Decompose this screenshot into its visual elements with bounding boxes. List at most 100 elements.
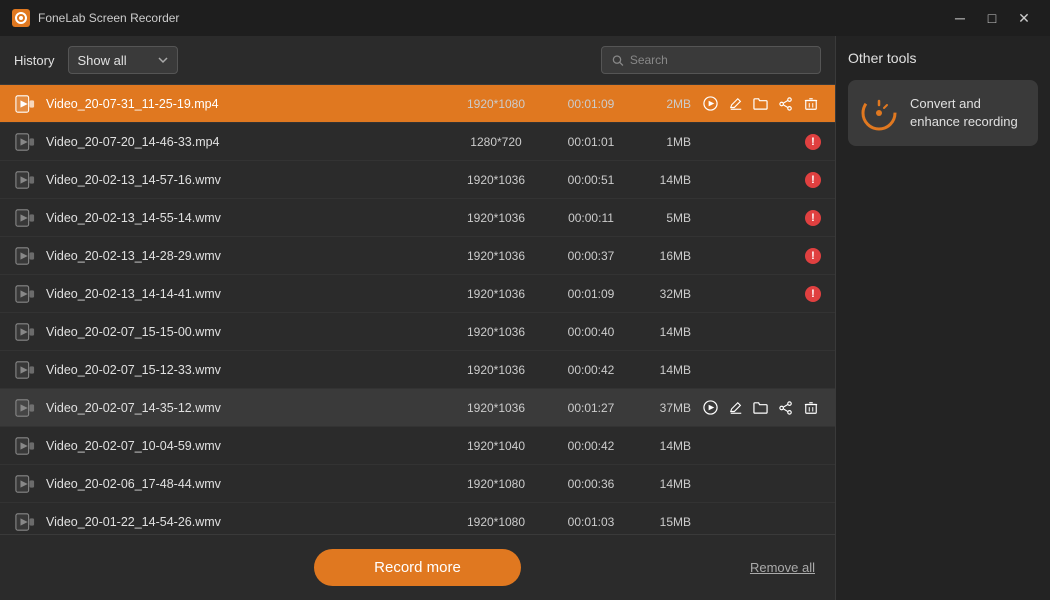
recording-name: Video_20-02-13_14-14-41.wmv	[46, 287, 441, 301]
toolbar: History Show all	[0, 36, 835, 85]
table-row[interactable]: Video_20-02-13_14-14-41.wmv 1920*1036 00:0…	[0, 275, 835, 313]
folder-button[interactable]	[751, 397, 770, 419]
recording-resolution: 1920*1036	[451, 173, 541, 187]
recording-resolution: 1280*720	[451, 135, 541, 149]
recording-actions: !	[701, 134, 821, 150]
recording-name: Video_20-02-07_14-35-12.wmv	[46, 401, 441, 415]
table-row[interactable]: Video_20-02-07_10-04-59.wmv 1920*1040 00:0…	[0, 427, 835, 465]
delete-button[interactable]	[802, 397, 821, 419]
edit-button[interactable]	[726, 397, 745, 419]
chevron-down-icon	[157, 54, 169, 66]
recording-actions	[701, 397, 821, 419]
recording-resolution: 1920*1036	[451, 211, 541, 225]
recording-resolution: 1920*1080	[451, 477, 541, 491]
recording-actions: !	[701, 210, 821, 226]
recording-resolution: 1920*1080	[451, 97, 541, 111]
recording-resolution: 1920*1036	[451, 363, 541, 377]
folder-button[interactable]	[751, 93, 770, 115]
convert-enhance-tool[interactable]: Convert and enhance recording	[848, 80, 1038, 146]
recording-actions: !	[701, 248, 821, 264]
table-row[interactable]: Video_20-07-20_14-46-33.mp4 1280*720 00:01…	[0, 123, 835, 161]
right-panel: Other tools Convert and enhance recordin…	[835, 36, 1050, 600]
recordings-list: Video_20-07-31_11-25-19.mp4 1920*1080 00:0…	[0, 85, 835, 534]
left-panel: History Show all Video_20-07-31_11-25-19…	[0, 36, 835, 600]
recording-size: 37MB	[641, 401, 691, 415]
recording-name: Video_20-02-13_14-55-14.wmv	[46, 211, 441, 225]
recording-actions: !	[701, 286, 821, 302]
recording-duration: 00:00:36	[551, 477, 631, 491]
minimize-button[interactable]: ─	[946, 7, 974, 29]
recording-size: 14MB	[641, 363, 691, 377]
titlebar: FoneLab Screen Recorder ─ □ ✕	[0, 0, 1050, 36]
error-indicator: !	[805, 172, 821, 188]
table-row[interactable]: Video_20-01-22_14-54-26.wmv1920*108000:0…	[0, 503, 835, 534]
filter-value: Show all	[77, 53, 151, 68]
video-file-icon	[14, 397, 36, 419]
table-row[interactable]: Video_20-02-07_15-15-00.wmv1920*103600:0…	[0, 313, 835, 351]
recording-duration: 00:01:27	[551, 401, 631, 415]
table-row[interactable]: Video_20-02-06_17-48-44.wmv 1920*1080 00:0…	[0, 465, 835, 503]
recording-duration: 00:00:42	[551, 439, 631, 453]
recording-size: 16MB	[641, 249, 691, 263]
recording-name: Video_20-02-07_10-04-59.wmv	[46, 439, 441, 453]
table-row[interactable]: Video_20-02-13_14-57-16.wmv 1920*1036 00:0…	[0, 161, 835, 199]
delete-button[interactable]	[802, 93, 821, 115]
recording-duration: 00:01:09	[551, 97, 631, 111]
history-label: History	[14, 53, 54, 68]
video-file-icon	[14, 473, 36, 495]
recording-name: Video_20-02-13_14-57-16.wmv	[46, 173, 441, 187]
error-indicator: !	[805, 134, 821, 150]
table-row[interactable]: Video_20-02-07_14-35-12.wmv1920*103600:0…	[0, 389, 835, 427]
play-button[interactable]	[701, 93, 720, 115]
recording-duration: 00:01:09	[551, 287, 631, 301]
video-file-icon	[14, 359, 36, 381]
recording-duration: 00:00:51	[551, 173, 631, 187]
record-more-button[interactable]: Record more	[314, 549, 521, 586]
titlebar-controls: ─ □ ✕	[946, 7, 1038, 29]
recording-actions: !	[701, 172, 821, 188]
recording-size: 5MB	[641, 211, 691, 225]
recording-name: Video_20-07-31_11-25-19.mp4	[46, 97, 441, 111]
titlebar-left: FoneLab Screen Recorder	[12, 9, 179, 27]
search-box[interactable]	[601, 46, 821, 74]
app-title: FoneLab Screen Recorder	[38, 11, 179, 25]
recording-resolution: 1920*1036	[451, 287, 541, 301]
maximize-button[interactable]: □	[978, 7, 1006, 29]
video-file-icon	[14, 321, 36, 343]
recording-size: 14MB	[641, 173, 691, 187]
recording-size: 14MB	[641, 439, 691, 453]
share-button[interactable]	[777, 93, 796, 115]
filter-dropdown[interactable]: Show all	[68, 46, 178, 74]
recording-size: 14MB	[641, 325, 691, 339]
video-file-icon	[14, 245, 36, 267]
recording-resolution: 1920*1036	[451, 249, 541, 263]
video-file-icon	[14, 435, 36, 457]
recording-name: Video_20-02-06_17-48-44.wmv	[46, 477, 441, 491]
convert-enhance-label: Convert and enhance recording	[910, 95, 1026, 131]
search-input[interactable]	[630, 53, 810, 67]
table-row[interactable]: Video_20-02-13_14-28-29.wmv1920*103600:0…	[0, 237, 835, 275]
video-file-icon	[14, 131, 36, 153]
table-row[interactable]: Video_20-02-07_15-12-33.wmv1920*103600:0…	[0, 351, 835, 389]
recording-size: 14MB	[641, 477, 691, 491]
table-row[interactable]: Video_20-02-13_14-55-14.wmv1920*103600:0…	[0, 199, 835, 237]
edit-button[interactable]	[726, 93, 745, 115]
video-file-icon	[14, 169, 36, 191]
remove-all-button[interactable]: Remove all	[750, 560, 815, 575]
recording-actions	[701, 93, 821, 115]
error-indicator: !	[805, 248, 821, 264]
recording-duration: 00:00:40	[551, 325, 631, 339]
play-button[interactable]	[701, 397, 720, 419]
video-file-icon	[14, 283, 36, 305]
share-button[interactable]	[777, 397, 796, 419]
recording-name: Video_20-07-20_14-46-33.mp4	[46, 135, 441, 149]
close-button[interactable]: ✕	[1010, 7, 1038, 29]
recording-duration: 00:01:01	[551, 135, 631, 149]
recording-duration: 00:00:37	[551, 249, 631, 263]
error-indicator: !	[805, 210, 821, 226]
recording-resolution: 1920*1040	[451, 439, 541, 453]
recording-size: 2MB	[641, 97, 691, 111]
video-file-icon	[14, 511, 36, 533]
main-layout: History Show all Video_20-07-31_11-25-19…	[0, 36, 1050, 600]
table-row[interactable]: Video_20-07-31_11-25-19.mp4 1920*1080 00:0…	[0, 85, 835, 123]
